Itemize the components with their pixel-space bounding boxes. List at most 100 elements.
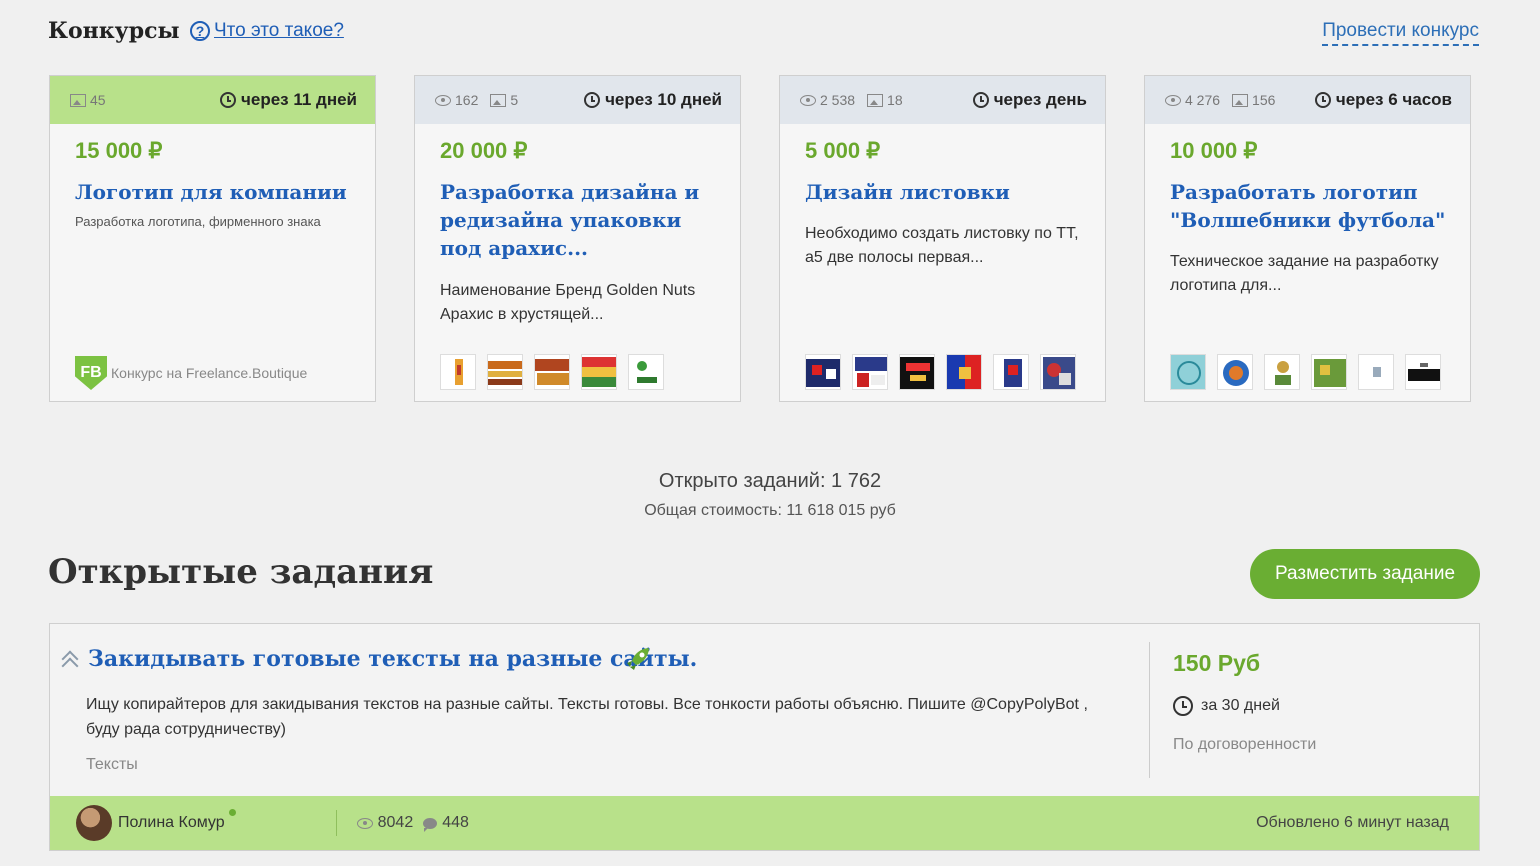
deadline: через 11 дней — [220, 90, 357, 110]
image-icon — [490, 93, 507, 107]
post-task-button[interactable]: Разместить задание — [1250, 549, 1480, 599]
eye-icon — [356, 817, 373, 829]
task-views: 8042 — [356, 814, 414, 832]
entry-thumbnail[interactable] — [946, 354, 982, 390]
images-value: 156 — [1252, 92, 1276, 108]
contest-cards: 45 через 11 дней 15 000 ₽ Логотип для ко… — [49, 75, 1471, 402]
contest-description: Техническое задание на разработку логоти… — [1170, 253, 1439, 294]
image-icon — [70, 93, 86, 107]
clock-icon — [972, 92, 989, 108]
deadline-text: через день — [993, 90, 1087, 109]
images-value: 18 — [887, 92, 903, 108]
entry-thumbnail[interactable] — [487, 354, 523, 390]
updated-time: Обновлено 6 минут назад — [1256, 814, 1449, 831]
entry-thumbnails — [1170, 354, 1441, 390]
entry-thumbnail[interactable] — [899, 354, 935, 390]
task-responses: 448 — [423, 814, 469, 832]
entry-thumbnail[interactable] — [1040, 354, 1076, 390]
what-is-it-label: Что это такое? — [214, 20, 344, 41]
contest-title[interactable]: Дизайн листовки — [805, 178, 1085, 206]
views-count: 162 — [435, 92, 478, 108]
contest-card[interactable]: 162 5 через 10 дней 20 000 ₽ Разработка … — [414, 75, 741, 402]
contest-card[interactable]: 45 через 11 дней 15 000 ₽ Логотип для ко… — [49, 75, 376, 402]
entry-thumbnail[interactable] — [440, 354, 476, 390]
entry-thumbnail[interactable] — [628, 354, 664, 390]
contest-title[interactable]: Логотип для компании — [75, 178, 355, 206]
task-description: Ищу копирайтеров для закидывания текстов… — [86, 696, 1088, 738]
eye-icon — [435, 94, 451, 106]
views-value: 2 538 — [820, 92, 856, 108]
task-card[interactable]: Закидывать готовые тексты на разные сайт… — [49, 623, 1480, 851]
deadline-text: через 6 часов — [1335, 90, 1452, 109]
clock-icon — [220, 92, 236, 108]
contest-card[interactable]: 4 276 156 через 6 часов 10 000 ₽ Разрабо… — [1144, 75, 1471, 402]
hold-contest-link[interactable]: Провести конкурс — [1322, 20, 1479, 46]
deadline: через 10 дней — [584, 90, 722, 110]
images-value: 45 — [90, 92, 106, 108]
images-count: 156 — [1232, 92, 1275, 108]
task-footer: Полина Комур 8042 448 Обновлено 6 минут … — [50, 796, 1479, 850]
task-responses-value: 448 — [442, 814, 469, 831]
task-category[interactable]: Тексты — [86, 756, 138, 774]
avatar[interactable] — [76, 805, 112, 841]
contest-title[interactable]: Разработать логотип "Волшебники футбола" — [1170, 178, 1450, 234]
entry-thumbnail[interactable] — [1311, 354, 1347, 390]
contest-card[interactable]: 2 538 18 через день 5 000 ₽ Дизайн листо… — [779, 75, 1106, 402]
contest-card-header: 162 5 через 10 дней — [415, 76, 740, 124]
rocket-icon — [627, 648, 649, 670]
freelance-boutique-logo: FB — [75, 356, 107, 390]
image-icon — [1232, 93, 1249, 107]
entry-thumbnail[interactable] — [534, 354, 570, 390]
entry-thumbnails — [805, 354, 1076, 390]
contest-price: 10 000 ₽ — [1170, 138, 1258, 163]
eye-icon — [800, 94, 816, 106]
entry-thumbnails — [440, 354, 664, 390]
freelance-boutique-badge[interactable]: FB Конкурс на Freelance.Boutique — [75, 356, 307, 390]
open-tasks-title: Открытые задания — [48, 552, 434, 592]
contest-description: Наименование Бренд Golden Nuts Арахис в … — [440, 282, 696, 323]
deadline: через день — [972, 90, 1087, 110]
entry-thumbnail[interactable] — [1264, 354, 1300, 390]
task-title[interactable]: Закидывать готовые тексты на разные сайт… — [88, 646, 697, 672]
deadline-text: через 11 дней — [241, 90, 357, 109]
contest-title[interactable]: Разработка дизайна и редизайна упаковки … — [440, 178, 720, 262]
image-icon — [867, 93, 884, 107]
contest-price: 20 000 ₽ — [440, 138, 528, 163]
task-negotiation: По договоренности — [1173, 736, 1317, 753]
entry-thumbnail[interactable] — [1405, 354, 1441, 390]
images-count: 18 — [867, 92, 903, 108]
entry-thumbnail[interactable] — [1358, 354, 1394, 390]
contest-card-header: 45 через 11 дней — [50, 76, 375, 124]
badge-text: Конкурс на Freelance.Boutique — [111, 365, 308, 381]
entry-thumbnail[interactable] — [805, 354, 841, 390]
contest-description: Необходимо создать листовку по ТТ, а5 дв… — [805, 225, 1079, 266]
contest-price: 5 000 ₽ — [805, 138, 881, 163]
contests-title: Конкурсы — [48, 18, 180, 44]
chevron-up-icon — [61, 650, 79, 675]
entry-thumbnail[interactable] — [581, 354, 617, 390]
question-icon: ? — [190, 21, 210, 41]
task-term-text: за 30 дней — [1201, 697, 1280, 714]
views-count: 4 276 — [1165, 92, 1220, 108]
entry-thumbnail[interactable] — [1170, 354, 1206, 390]
contest-card-header: 2 538 18 через день — [780, 76, 1105, 124]
clock-icon — [1314, 92, 1331, 108]
clock-icon — [584, 92, 601, 108]
clock-icon — [1173, 696, 1193, 716]
total-cost: Общая стоимость: 11 618 015 руб — [644, 502, 896, 519]
online-indicator — [228, 809, 236, 816]
views-value: 162 — [455, 92, 479, 108]
divider — [1149, 642, 1150, 778]
images-value: 5 — [510, 92, 519, 108]
views-value: 4 276 — [1185, 92, 1221, 108]
entry-thumbnail[interactable] — [993, 354, 1029, 390]
eye-icon — [1165, 94, 1181, 106]
task-term: за 30 дней — [1173, 696, 1280, 716]
contest-price: 15 000 ₽ — [75, 138, 163, 163]
author-name[interactable]: Полина Комур — [118, 814, 225, 832]
what-is-it-link[interactable]: ? Что это такое? — [190, 20, 344, 42]
entry-thumbnail[interactable] — [1217, 354, 1253, 390]
entry-thumbnail[interactable] — [852, 354, 888, 390]
deadline: через 6 часов — [1314, 90, 1452, 110]
task-views-value: 8042 — [377, 814, 414, 831]
